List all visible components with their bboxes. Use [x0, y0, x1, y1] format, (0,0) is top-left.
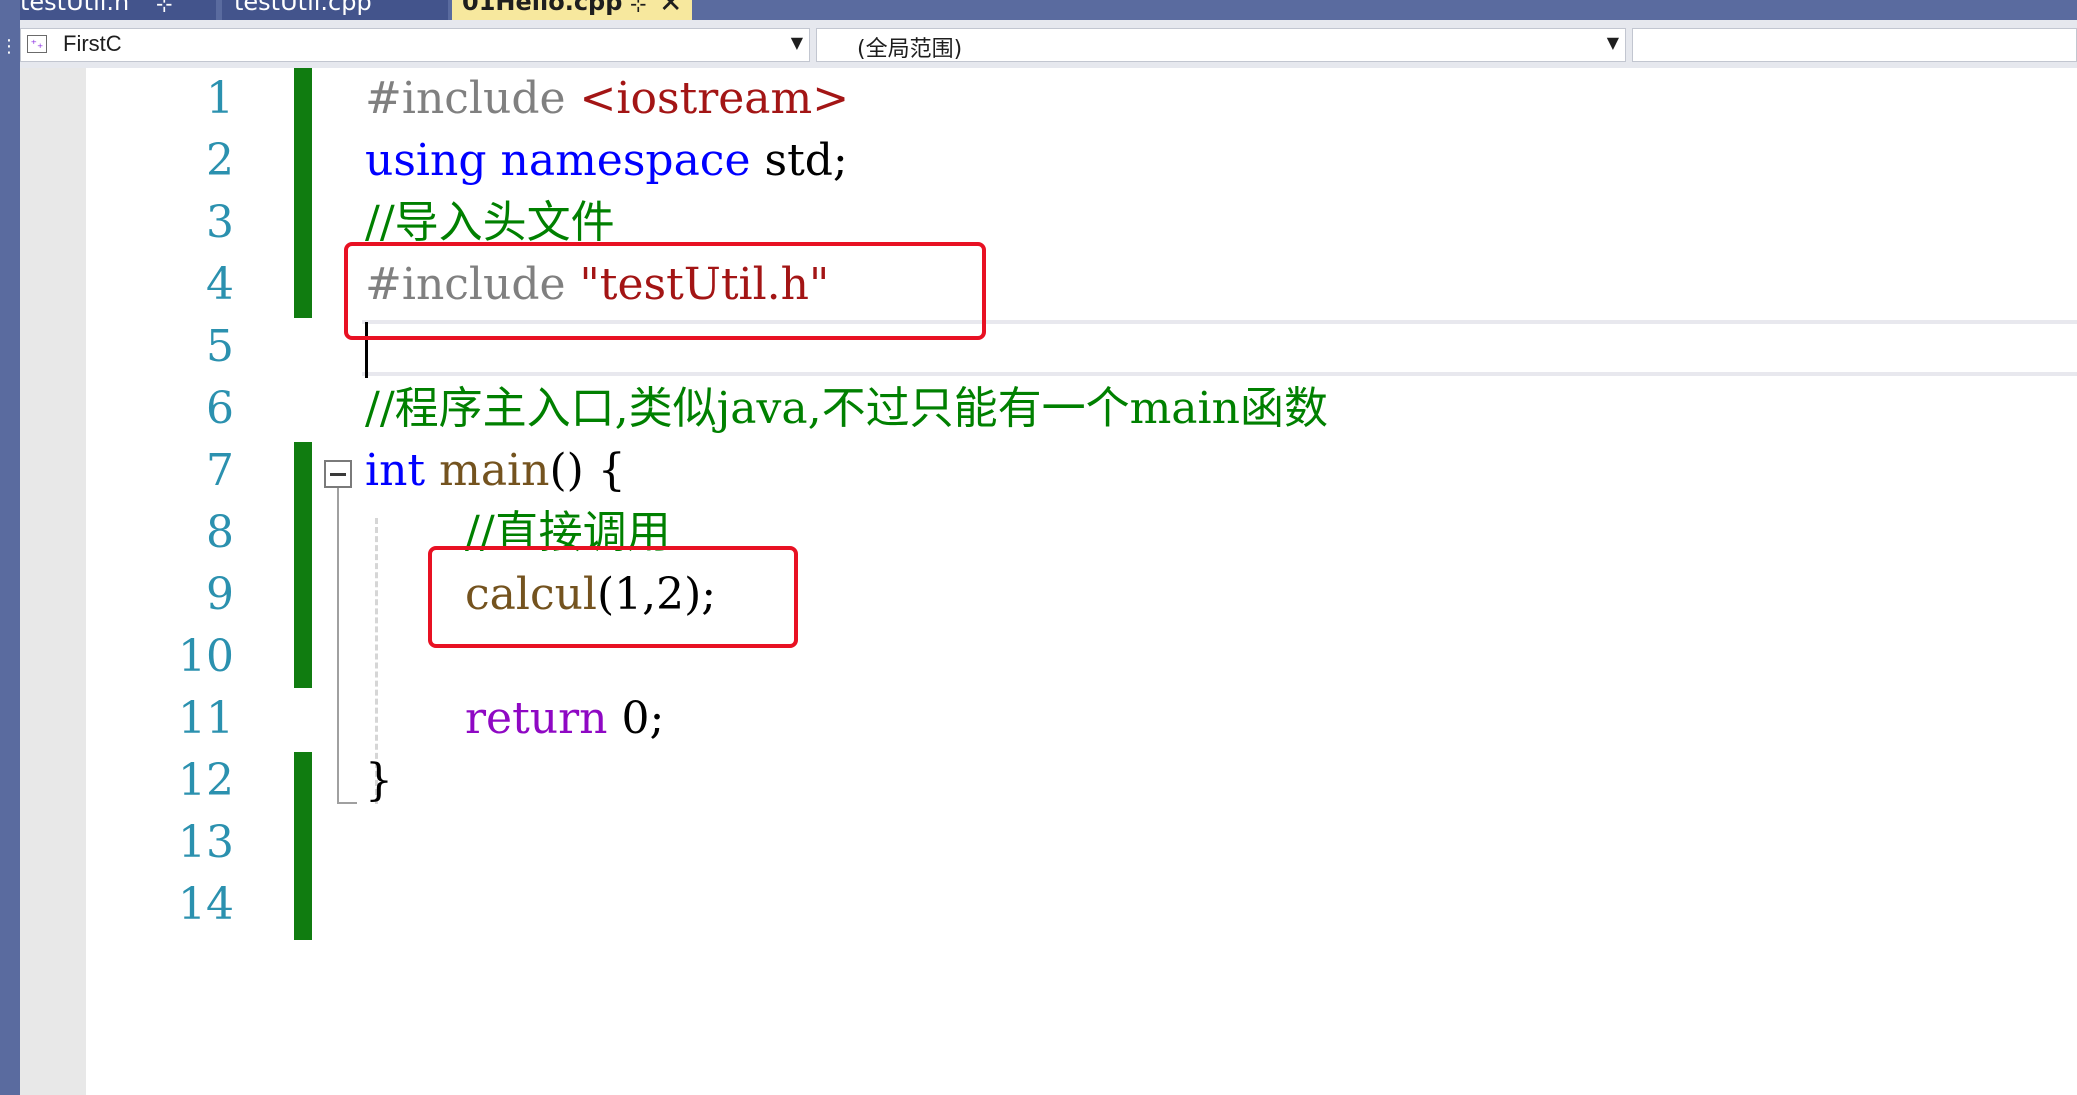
class-icon: ⁺₊: [27, 35, 47, 53]
preprocessor-directive: #include: [365, 73, 566, 124]
comment: //程序主入口,类似java,不过只能有一个main函数: [365, 383, 1328, 434]
tool-strip-icon[interactable]: ⋮: [0, 36, 18, 57]
code-line-6[interactable]: //程序主入口,类似java,不过只能有一个main函数: [365, 378, 1328, 440]
code-line-1[interactable]: #include <iostream>: [365, 68, 849, 130]
collapse-icon[interactable]: [324, 460, 352, 488]
return-value: 0;: [621, 693, 665, 744]
comment: //导入头文件: [365, 197, 615, 248]
tab-testutil-h[interactable]: testUtil.h ⊹: [20, 0, 216, 20]
line-number: 7: [206, 445, 234, 496]
code-line-11[interactable]: return 0;: [465, 688, 664, 750]
line-number: 12: [178, 755, 234, 806]
keyword: using: [365, 135, 487, 186]
function-name: main: [439, 445, 550, 496]
tab-label: testUtil.h: [20, 0, 130, 16]
line-number: 11: [178, 693, 234, 744]
document-tab-strip: testUtil.h ⊹ testUtil.cpp 01Hello.cpp ⊹ …: [0, 0, 2077, 20]
change-indicator-bar: [294, 68, 312, 318]
line-number: 6: [206, 383, 234, 434]
include-header: <iostream>: [579, 73, 850, 124]
code-line-12[interactable]: }: [365, 750, 393, 812]
line-number: 3: [206, 197, 234, 248]
pin-icon[interactable]: ⊹: [630, 0, 647, 14]
line-number: 2: [206, 135, 234, 186]
tab-label: testUtil.cpp: [234, 0, 372, 16]
class-dropdown[interactable]: ⁺₊ FirstC ▼: [20, 28, 810, 62]
tab-testutil-cpp[interactable]: testUtil.cpp: [222, 0, 448, 20]
code-line-2[interactable]: using namespace std;: [365, 130, 848, 192]
code-editor[interactable]: 1 2 3 4 5 6 7 8 9 10 11 12 13 14 #includ…: [20, 68, 2077, 1095]
chevron-down-icon[interactable]: ▼: [1607, 33, 1619, 52]
line-number: 1: [206, 73, 234, 124]
tab-label: 01Hello.cpp: [462, 0, 623, 16]
fold-guide-line: [337, 488, 339, 804]
punctuation: () {: [549, 445, 626, 496]
line-number: 9: [206, 569, 234, 620]
highlight-box-include: [344, 242, 986, 340]
chevron-down-icon[interactable]: ▼: [791, 33, 803, 52]
tab-01hello-cpp[interactable]: 01Hello.cpp ⊹ ✕: [452, 0, 692, 20]
closing-brace: }: [365, 755, 393, 806]
navigation-bar: ⁺₊ FirstC ▼ (全局范围) ▼: [20, 20, 2077, 68]
change-indicator-bar: [294, 442, 312, 688]
keyword: namespace: [500, 135, 751, 186]
line-number: 4: [206, 259, 234, 310]
line-number: 5: [206, 321, 234, 372]
line-number: 14: [178, 879, 234, 930]
line-number: 8: [206, 507, 234, 558]
change-indicator-bar: [294, 752, 312, 940]
highlight-box-function-call: [428, 546, 798, 648]
line-number: 10: [178, 631, 234, 682]
line-number: 13: [178, 817, 234, 868]
member-dropdown[interactable]: [1632, 28, 2077, 62]
class-dropdown-value: FirstC: [63, 31, 122, 56]
control-keyword: return: [465, 693, 608, 744]
identifier: std;: [764, 135, 848, 186]
keyword: int: [365, 445, 426, 496]
indicator-margin[interactable]: [20, 68, 86, 1095]
scope-dropdown[interactable]: (全局范围) ▼: [816, 28, 1626, 62]
scope-dropdown-value: (全局范围): [857, 37, 963, 62]
code-line-7[interactable]: int main() {: [365, 440, 626, 502]
left-tool-strip: ⋮: [0, 20, 20, 1095]
fold-guide-end: [337, 802, 357, 804]
pin-icon[interactable]: ⊹: [156, 0, 173, 14]
close-tab-icon[interactable]: ✕: [659, 0, 682, 17]
